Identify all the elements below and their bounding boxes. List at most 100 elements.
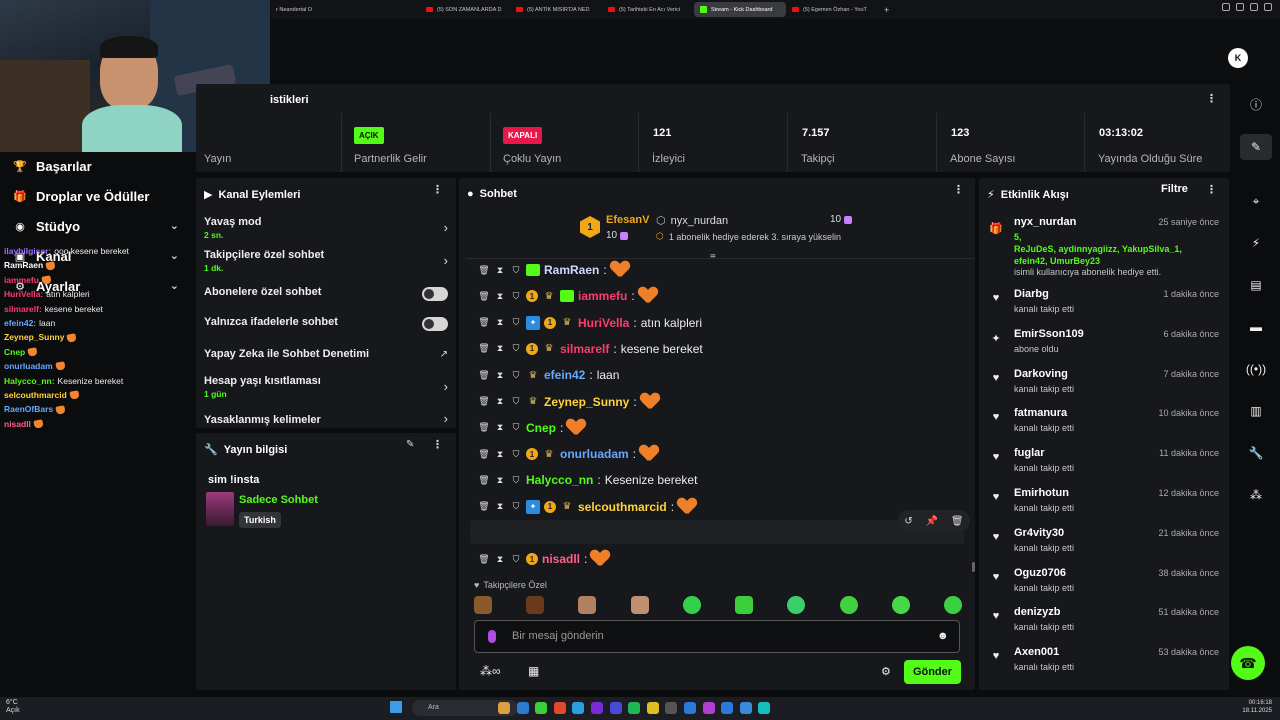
emote-only-toggle[interactable] (422, 317, 448, 331)
more-options-icon[interactable]: ⋮ (1206, 185, 1217, 196)
taskbar-app-icon[interactable] (721, 702, 734, 714)
emote[interactable] (474, 596, 492, 614)
chat-message[interactable]: 🗑 ⧗ ⛉ RamRaen: (478, 260, 629, 280)
taskbar-app-icon[interactable] (628, 702, 641, 714)
taskbar-app-icon[interactable] (591, 702, 603, 714)
crosshair-icon[interactable]: ⌖ (1245, 190, 1267, 212)
chat-username[interactable]: RamRaen (544, 263, 599, 277)
emote[interactable] (578, 596, 597, 614)
chat-message[interactable]: 🗑 ⧗ ⛉ ♛ Zeynep_Sunny: (478, 392, 659, 412)
chat-username[interactable]: onurluadam (560, 447, 629, 461)
ban-icon[interactable]: ⛉ (510, 501, 522, 512)
store-icon[interactable]: ▦ (528, 664, 539, 678)
chat-username[interactable]: Zeynep_Sunny (544, 395, 629, 409)
followers-only-row[interactable]: Takipçilere özel sohbet 1 dk. › (204, 249, 448, 273)
ban-icon[interactable]: ⛉ (510, 554, 522, 565)
sidebar-item-drops[interactable]: 🎁 Droplar ve Ödüller (13, 189, 189, 204)
delete-icon[interactable]: 🗑 (478, 343, 490, 354)
chat-message[interactable]: 🗑 ⧗ ⛉ ♛ efein42: laan (478, 365, 619, 385)
chat-username[interactable]: silmarelf (560, 342, 609, 356)
wrench-icon[interactable]: 🔧 (1245, 442, 1267, 464)
event-username[interactable]: Axen001 (1014, 646, 1059, 658)
ban-icon[interactable]: ⛉ (510, 317, 522, 328)
chat-username[interactable]: Halycco_nn (526, 473, 593, 487)
edit-icon[interactable]: ✎ (406, 439, 414, 450)
ban-icon[interactable]: ⛉ (510, 343, 522, 354)
taskbar-app-icon[interactable] (572, 702, 585, 714)
chat-input-field[interactable]: Bir mesaj gönderin ☻ (474, 620, 960, 653)
event-username[interactable]: fatmanura (1014, 407, 1067, 419)
emote[interactable] (526, 596, 545, 614)
ban-icon[interactable]: ⛉ (510, 370, 522, 381)
ban-icon[interactable]: ⛉ (510, 475, 522, 486)
activity-event[interactable]: ♥ Axen001 53 dakika önce kanalı takip etti (989, 646, 1219, 678)
broadcast-icon[interactable]: ((•)) (1245, 358, 1267, 380)
undo-icon[interactable]: ↺ (904, 516, 912, 527)
delete-icon[interactable]: 🗑 (478, 370, 490, 381)
delete-icon[interactable]: 🗑 (478, 422, 490, 433)
browser-tab[interactable]: (5) Egemen Özhan - YouT (786, 2, 878, 17)
timeout-icon[interactable]: ⧗ (494, 265, 506, 276)
search-icon[interactable] (1222, 3, 1230, 11)
ban-icon[interactable]: ⛉ (510, 396, 522, 407)
close-icon[interactable] (1264, 3, 1272, 11)
user-avatar[interactable]: K (1228, 48, 1248, 68)
activity-event[interactable]: ✦ EmirSson109 6 dakika önce abone oldu (989, 328, 1219, 360)
browser-tab-active[interactable]: Stream - Kick Dashboard (694, 2, 786, 17)
chat-message[interactable]: 🗑 ⧗ ⛉ 1 nisadll: (478, 549, 609, 569)
activity-event[interactable]: ♥ Darkoving 7 dakika önce kanalı takip etti (989, 368, 1219, 400)
activity-event[interactable]: ♥ denizyzb 51 dakika önce kanalı takip etti (989, 606, 1219, 638)
sidebar-item-achievements[interactable]: 🏆 Başarılar (13, 159, 189, 174)
send-button[interactable]: Gönder (904, 660, 961, 684)
support-button[interactable]: ☎ (1231, 646, 1265, 680)
chat-username[interactable]: nisadll (542, 552, 580, 566)
timeout-icon[interactable]: ⧗ (494, 449, 506, 460)
emote[interactable] (735, 596, 754, 614)
more-options-icon[interactable]: ⋮ (953, 185, 964, 196)
chat-icon[interactable]: ▬ (1245, 316, 1267, 338)
info-icon[interactable]: ⓘ (1245, 93, 1267, 115)
delete-icon[interactable]: 🗑 (478, 449, 490, 460)
taskbar-app-icon[interactable] (516, 702, 529, 714)
activity-event[interactable]: 🎁 nyx_nurdan 25 saniye önce 5, ReJuDeS, aydi… (989, 216, 1219, 277)
chat-username[interactable]: selcouthmarcid (578, 500, 667, 514)
pin-icon[interactable]: 📌 (926, 516, 938, 527)
chat-username[interactable]: iammefu (578, 289, 627, 303)
maximize-icon[interactable] (1250, 3, 1258, 11)
delete-icon[interactable]: 🗑 (478, 396, 490, 407)
emote[interactable] (839, 596, 858, 614)
account-age-row[interactable]: Hesap yaşı kısıtlaması 1 gün › (204, 375, 448, 399)
top-gifter-name[interactable]: EfesanV (606, 214, 649, 226)
microphone-icon[interactable] (488, 630, 496, 643)
filter-button[interactable]: Filtre (1161, 183, 1188, 195)
activity-event[interactable]: ♥ Oguz0706 38 dakika önce kanalı takip etti (989, 567, 1219, 599)
system-clock[interactable]: 00:16:18 18.11.2025 (1242, 699, 1272, 715)
taskbar-app-icon[interactable] (665, 702, 678, 714)
minimize-icon[interactable] (1236, 3, 1244, 11)
emote[interactable] (787, 596, 806, 614)
emote[interactable] (682, 596, 701, 614)
delete-icon[interactable]: 🗑 (478, 475, 490, 486)
browser-tab[interactable]: (5) Tarihteki En Acı Verici (602, 2, 694, 17)
ban-icon[interactable]: ⛉ (510, 265, 522, 276)
timeout-icon[interactable]: ⧗ (494, 370, 506, 381)
browser-tab[interactable]: (5) SON ZAMANLARDA D (420, 2, 510, 17)
ban-icon[interactable]: ⛉ (510, 449, 522, 460)
event-username[interactable]: fuglar (1014, 447, 1045, 459)
activity-event[interactable]: ♥ Diarbg 1 dakika önce kanalı takip etti (989, 288, 1219, 320)
chat-message[interactable]: 🗑 ⧗ ⛉ 1 ♛ onurluadam: (478, 444, 658, 464)
document-icon[interactable]: ▤ (1245, 274, 1267, 296)
chat-message[interactable]: 🗑 ⧗ ⛉ 1 ♛ iammefu: (478, 286, 657, 306)
event-username[interactable]: Oguz0706 (1014, 567, 1066, 579)
delete-icon[interactable]: 🗑 (478, 265, 490, 276)
chat-message[interactable]: 🗑 ⧗ ⛉ Cnep: (478, 418, 585, 438)
subscribers-only-toggle[interactable] (422, 287, 448, 301)
taskbar-app-icon[interactable] (535, 702, 548, 714)
chat-message[interactable]: 🗑 ⧗ ⛉ 1 ♛ silmarelf: kesene bereket (478, 339, 702, 359)
sidebar-item-studio[interactable]: ◉ Stüdyo ⌄ (14, 219, 179, 234)
timeout-icon[interactable]: ⧗ (494, 475, 506, 486)
emote[interactable] (630, 596, 649, 614)
emote[interactable] (891, 596, 910, 614)
delete-icon[interactable]: 🗑 (478, 317, 490, 328)
delete-icon[interactable]: 🗑 (478, 554, 490, 565)
